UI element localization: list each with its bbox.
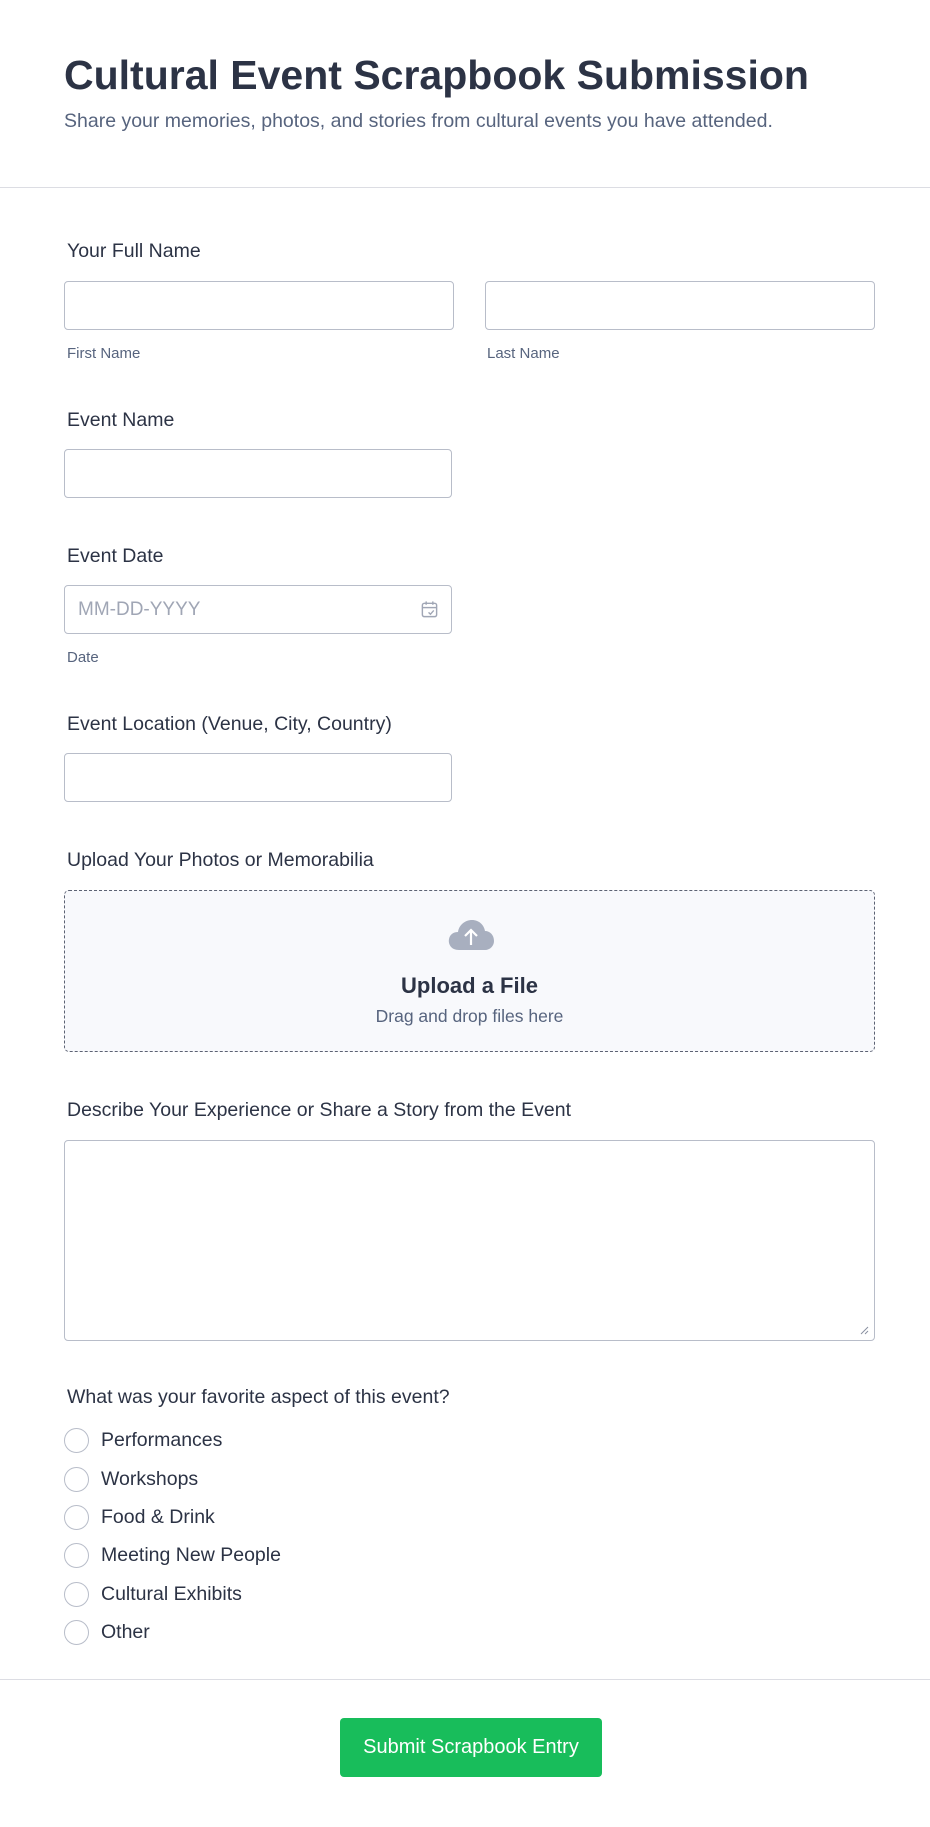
radio-button[interactable] [64, 1505, 89, 1530]
story-label: Describe Your Experience or Share a Stor… [67, 1099, 572, 1121]
radio-option-label: Food & Drink [101, 1506, 215, 1528]
event-date-label: Event Date [67, 545, 164, 567]
radio-button[interactable] [64, 1467, 89, 1492]
form-title: Cultural Event Scrapbook Submission [64, 52, 809, 98]
favorite-aspect-label: What was your favorite aspect of this ev… [67, 1386, 450, 1408]
radio-button[interactable] [64, 1582, 89, 1607]
last-name-input[interactable] [485, 281, 875, 330]
calendar-icon[interactable] [420, 600, 439, 619]
first-name-sublabel: First Name [67, 345, 141, 362]
radio-button[interactable] [64, 1543, 89, 1568]
cloud-upload-icon [448, 920, 494, 950]
upload-title: Upload a File [401, 973, 538, 998]
radio-option-label: Performances [101, 1429, 223, 1451]
event-date-input[interactable] [64, 585, 452, 634]
radio-option-label: Meeting New People [101, 1544, 281, 1566]
resize-handle-icon[interactable] [859, 1325, 869, 1335]
event-name-input[interactable] [64, 449, 452, 498]
last-name-sublabel: Last Name [487, 345, 560, 362]
radio-button[interactable] [64, 1428, 89, 1453]
upload-label: Upload Your Photos or Memorabilia [67, 849, 374, 871]
first-name-input[interactable] [64, 281, 454, 330]
radio-option-label: Other [101, 1621, 150, 1643]
event-date-field [64, 585, 452, 634]
radio-option-label: Workshops [101, 1468, 199, 1490]
event-name-label: Event Name [67, 409, 175, 431]
form-subtitle: Share your memories, photos, and stories… [64, 110, 773, 132]
submit-button[interactable]: Submit Scrapbook Entry [340, 1718, 602, 1777]
full-name-label: Your Full Name [67, 240, 201, 262]
event-location-label: Event Location (Venue, City, Country) [67, 713, 392, 735]
radio-button[interactable] [64, 1620, 89, 1645]
form-header: Cultural Event Scrapbook Submission Shar… [0, 0, 930, 188]
radio-option-label: Cultural Exhibits [101, 1583, 242, 1605]
form-card: Cultural Event Scrapbook Submission Shar… [0, 0, 930, 1827]
event-date-sublabel: Date [67, 649, 99, 666]
file-upload-dropzone[interactable]: Upload a File Drag and drop files here [64, 890, 875, 1052]
upload-subtitle: Drag and drop files here [375, 1006, 564, 1026]
form-footer: Submit Scrapbook Entry [0, 1679, 930, 1827]
event-location-input[interactable] [64, 753, 452, 802]
story-textarea[interactable] [64, 1140, 875, 1341]
